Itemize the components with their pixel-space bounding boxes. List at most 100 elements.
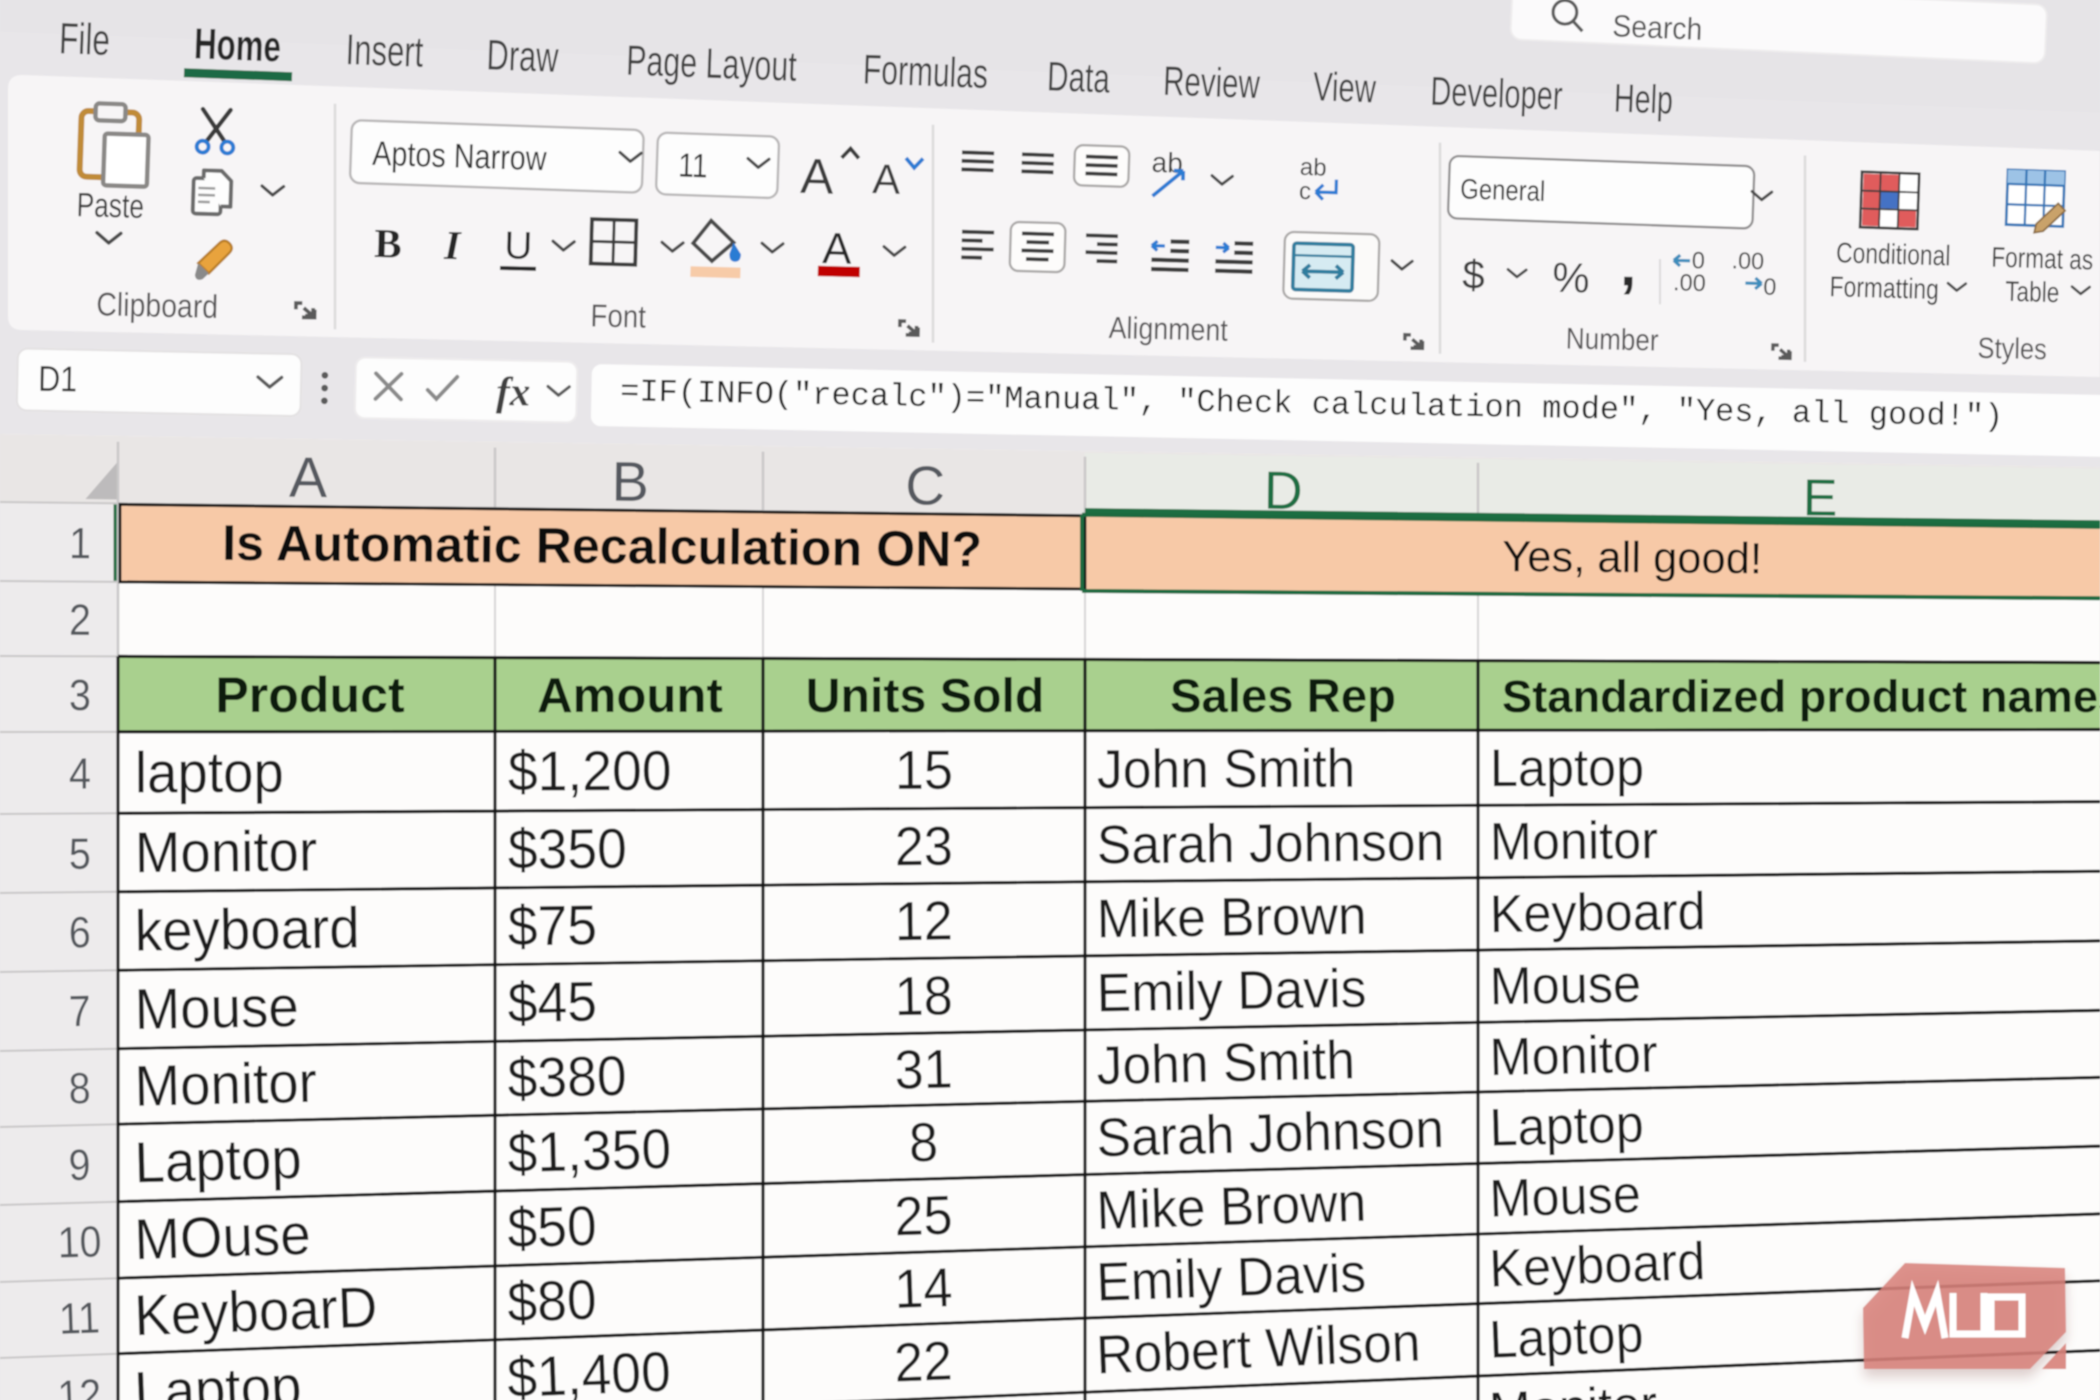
svg-text:11: 11 xyxy=(58,1293,101,1344)
svg-text:Monitor: Monitor xyxy=(1490,810,1659,871)
svg-text:Formulas: Formulas xyxy=(862,46,989,98)
svg-text:8: 8 xyxy=(68,1063,91,1113)
svg-text:fx: fx xyxy=(496,369,531,415)
svg-text:Laptop: Laptop xyxy=(1489,1093,1645,1157)
svg-text:B: B xyxy=(374,220,403,267)
svg-text:Mike Brown: Mike Brown xyxy=(1096,885,1367,949)
svg-text:KeyboarD: KeyboarD xyxy=(133,1274,378,1347)
svg-text:laptop: laptop xyxy=(135,739,284,804)
svg-text:$380: $380 xyxy=(507,1044,627,1110)
svg-text:Clipboard: Clipboard xyxy=(96,286,219,325)
svg-text:General: General xyxy=(1460,172,1546,207)
svg-text:Developer: Developer xyxy=(1430,69,1564,119)
svg-text:$1,200: $1,200 xyxy=(508,739,672,803)
svg-text:$80: $80 xyxy=(506,1267,597,1334)
svg-text:Emily Davis: Emily Davis xyxy=(1096,958,1367,1023)
svg-text:8: 8 xyxy=(908,1112,939,1174)
svg-text:Is Automatic Recalculation ON?: Is Automatic Recalculation ON? xyxy=(222,515,982,578)
svg-text:C: C xyxy=(905,454,945,516)
svg-text:Data: Data xyxy=(1046,52,1111,101)
svg-text:Laptop: Laptop xyxy=(133,1353,303,1400)
svg-text:Sales Rep: Sales Rep xyxy=(1170,670,1396,723)
svg-text:Mouse: Mouse xyxy=(134,974,299,1042)
svg-text:A: A xyxy=(289,446,328,510)
svg-text:Emily Davis: Emily Davis xyxy=(1095,1243,1367,1313)
svg-text:Monitor: Monitor xyxy=(134,1049,318,1118)
svg-text:Review: Review xyxy=(1162,58,1261,108)
svg-text:Font: Font xyxy=(590,299,647,335)
svg-text:Mike Brown: Mike Brown xyxy=(1095,1172,1367,1241)
svg-text:31: 31 xyxy=(894,1038,953,1101)
svg-text:Monitor: Monitor xyxy=(135,818,318,884)
svg-text:B: B xyxy=(611,450,649,513)
svg-text:keyboard: keyboard xyxy=(134,895,360,963)
svg-text:2: 2 xyxy=(69,595,91,645)
svg-text:U: U xyxy=(504,224,533,268)
svg-text:25: 25 xyxy=(893,1184,953,1247)
svg-text:23: 23 xyxy=(895,816,954,878)
svg-text:Sarah Johnson: Sarah Johnson xyxy=(1097,812,1445,876)
svg-text:15: 15 xyxy=(895,739,953,801)
svg-text:Number: Number xyxy=(1566,322,1659,357)
svg-text:.00: .00 xyxy=(1731,247,1764,274)
svg-text:3: 3 xyxy=(69,670,91,719)
svg-text:22: 22 xyxy=(893,1330,953,1394)
svg-text:$50: $50 xyxy=(506,1194,597,1260)
svg-text:7: 7 xyxy=(68,986,91,1036)
svg-text:9: 9 xyxy=(68,1140,91,1190)
svg-text:View: View xyxy=(1312,64,1377,112)
svg-text:0: 0 xyxy=(1763,273,1777,299)
svg-text:A: A xyxy=(800,148,835,205)
svg-text:Aptos Narrow: Aptos Narrow xyxy=(372,133,548,178)
svg-text:Laptop: Laptop xyxy=(1490,737,1645,797)
svg-text:Mouse: Mouse xyxy=(1488,1164,1641,1228)
svg-text:$75: $75 xyxy=(507,893,597,958)
svg-text:Alignment: Alignment xyxy=(1108,311,1228,348)
svg-text:Help: Help xyxy=(1613,77,1674,123)
svg-text:$350: $350 xyxy=(508,816,628,881)
svg-text:4: 4 xyxy=(69,749,91,799)
svg-text:14: 14 xyxy=(893,1257,953,1321)
svg-text:Amount: Amount xyxy=(537,668,723,723)
svg-text:Home: Home xyxy=(193,20,282,71)
svg-text:Page Layout: Page Layout xyxy=(625,37,797,90)
svg-text:Standardized product names: Standardized product names xyxy=(1502,671,2100,722)
svg-text:Paste: Paste xyxy=(76,187,144,226)
svg-text:$1,350: $1,350 xyxy=(507,1117,672,1185)
svg-text:Laptop: Laptop xyxy=(1488,1303,1645,1369)
svg-text:$: $ xyxy=(1462,251,1486,298)
svg-text:.00: .00 xyxy=(1673,269,1706,296)
svg-text:Mouse: Mouse xyxy=(1489,953,1641,1015)
svg-text:File: File xyxy=(58,14,111,65)
svg-text:John Smith: John Smith xyxy=(1097,738,1356,800)
svg-text:Monitor: Monitor xyxy=(1489,1023,1658,1086)
svg-text:Search: Search xyxy=(1612,9,1703,47)
svg-text:Keyboard: Keyboard xyxy=(1489,881,1706,943)
svg-text:A: A xyxy=(872,155,901,203)
svg-text:12: 12 xyxy=(894,890,953,952)
svg-text:Draw: Draw xyxy=(486,30,560,81)
svg-text:Format as: Format as xyxy=(1991,242,2094,276)
svg-text:Yes, all good!: Yes, all good! xyxy=(1502,533,1762,583)
svg-text:12: 12 xyxy=(57,1370,103,1400)
svg-text:Product: Product xyxy=(215,667,405,723)
svg-text:%: % xyxy=(1552,254,1591,302)
svg-text:10: 10 xyxy=(57,1216,102,1267)
svg-text:Table: Table xyxy=(2005,277,2060,309)
svg-text:18: 18 xyxy=(894,965,953,1028)
svg-text:5: 5 xyxy=(69,829,91,879)
svg-text:Laptop: Laptop xyxy=(134,1126,303,1195)
svg-text:Styles: Styles xyxy=(1977,331,2047,366)
svg-text:MOuse: MOuse xyxy=(133,1202,311,1272)
svg-text:11: 11 xyxy=(678,146,709,185)
svg-text:Conditional: Conditional xyxy=(1836,238,1951,272)
svg-text:$1,400: $1,400 xyxy=(506,1339,672,1400)
svg-text:c: c xyxy=(1299,178,1312,205)
svg-text:D1: D1 xyxy=(38,359,78,400)
svg-text:6: 6 xyxy=(69,907,92,957)
svg-text:Keyboard: Keyboard xyxy=(1488,1231,1706,1298)
svg-text:Units Sold: Units Sold xyxy=(806,669,1045,723)
svg-text:John Smith: John Smith xyxy=(1096,1030,1356,1096)
svg-text:,: , xyxy=(1620,233,1638,298)
svg-text:$45: $45 xyxy=(507,969,597,1034)
